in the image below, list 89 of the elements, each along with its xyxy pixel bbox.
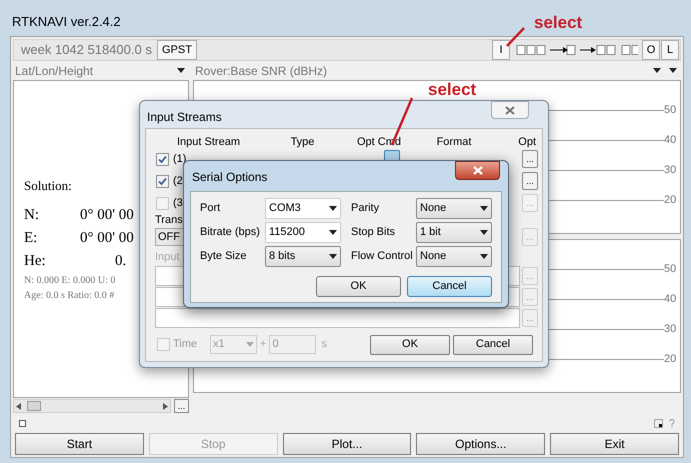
solution-stats: Age: 0.0 s Ratio: 0.0 # [24, 288, 114, 302]
stream-label: (3 [173, 196, 183, 211]
action-button[interactable]: Exit [550, 433, 679, 455]
time-display: week 1042 518400.0 s [20, 41, 153, 60]
dialog-button[interactable]: Cancel [453, 334, 533, 354]
more-button[interactable]: ... [174, 399, 189, 413]
transform-label: Trans [155, 214, 183, 226]
dialog-button[interactable]: OK [370, 334, 450, 354]
column-header: Format [436, 135, 472, 148]
field-label: Bitrate (bps) [200, 225, 261, 240]
checkbox[interactable] [156, 174, 169, 188]
coordinate-label: N: [24, 206, 40, 225]
annotation-text: select [534, 12, 582, 34]
annotation-line [506, 27, 525, 47]
more-button[interactable]: ... [522, 150, 538, 168]
axis-tick-label: 20 [664, 352, 677, 368]
action-button[interactable]: Start [15, 433, 144, 455]
transform-dropdown[interactable]: OFF [155, 228, 186, 246]
action-button[interactable]: Plot... [282, 433, 412, 455]
time-label: Time [173, 337, 198, 352]
coordinate-value: 0. [115, 252, 126, 271]
caret-icon [246, 342, 254, 347]
coordinate-label: E: [24, 228, 38, 248]
caret-icon [329, 254, 337, 259]
time-system-button[interactable]: GPST [157, 40, 197, 60]
dropdown-field[interactable]: 1 bit [416, 222, 492, 243]
caret-icon [480, 206, 488, 211]
column-header: Type [290, 135, 316, 148]
axis-tick-label: 30 [664, 322, 677, 338]
axis-tick-label: 20 [664, 193, 677, 208]
log-streams-button[interactable]: L [661, 40, 679, 60]
column-header: Input Stream [176, 135, 241, 148]
caret-icon [177, 68, 185, 73]
close-button[interactable] [455, 161, 500, 180]
checkbox[interactable] [157, 338, 170, 351]
caret-icon [329, 230, 337, 235]
output-streams-button[interactable]: O [642, 40, 660, 60]
field-label: Stop Bits [351, 225, 396, 240]
input-streams-button[interactable]: I [492, 40, 510, 60]
caret-icon [329, 206, 337, 211]
scrollbar-thumb[interactable] [27, 401, 41, 411]
axis-tick-label: 50 [664, 262, 677, 278]
column-header: Opt [517, 135, 536, 148]
field-label: Byte Size [200, 249, 248, 264]
horizontal-scrollbar[interactable] [13, 399, 171, 413]
view-dropdown[interactable]: Lat/Lon/Height [13, 63, 191, 78]
input-label: Input [155, 250, 180, 265]
unit-label: s [321, 337, 327, 352]
field-label: Parity [351, 201, 380, 216]
more-button[interactable]: ... [522, 172, 538, 190]
stream-label: (1) [173, 152, 186, 167]
coordinate-value: 0° 00' 00 [80, 228, 134, 248]
dialog-button[interactable]: Cancel [407, 276, 492, 297]
dropdown-field[interactable]: 8 bits [265, 246, 341, 267]
dialog-title: Serial Options [192, 169, 268, 186]
view-dropdown[interactable]: Rover:Base SNR (dBHz) [191, 63, 681, 78]
field-label: Flow Control [351, 249, 414, 264]
right-arrow-icon [163, 402, 168, 410]
close-icon [505, 106, 515, 114]
stream-label: (2 [173, 174, 183, 189]
resize-grip-icon [654, 418, 663, 428]
dialog-title: Input Streams [147, 109, 222, 126]
input-field[interactable] [155, 308, 520, 328]
checkbox[interactable] [156, 152, 169, 166]
annotation-text: select [428, 79, 476, 101]
help-icon [669, 418, 675, 428]
left-arrow-icon [16, 402, 21, 410]
coordinate-label: He: [24, 252, 47, 271]
action-button[interactable]: Options... [416, 433, 546, 455]
axis-tick-label: 30 [664, 163, 677, 178]
axis-tick-label: 40 [664, 133, 677, 148]
close-button[interactable] [491, 101, 529, 119]
caret-icon [480, 230, 488, 235]
dropdown-field[interactable]: None [416, 246, 492, 267]
dropdown-field[interactable]: COM3 [265, 198, 341, 219]
window-title: RTKNAVI ver.2.4.2 [12, 13, 121, 31]
plus-sign: + [260, 337, 266, 352]
coordinate-value: 0° 00' 00 [80, 206, 134, 225]
dialog-button[interactable]: OK [316, 276, 401, 297]
caret-icon [480, 254, 488, 259]
solution-stats: N: 0.000 E: 0.000 U: 0 [24, 274, 116, 288]
dropdown-field[interactable]: 115200 [265, 222, 341, 243]
field-label: Port [200, 201, 222, 216]
dropdown-field[interactable]: None [416, 198, 492, 219]
axis-tick-label: 50 [664, 103, 677, 118]
solution-label: Solution: [24, 177, 72, 195]
status-indicator-icon [19, 420, 26, 426]
close-icon [472, 166, 482, 175]
axis-tick-label: 40 [664, 292, 677, 308]
